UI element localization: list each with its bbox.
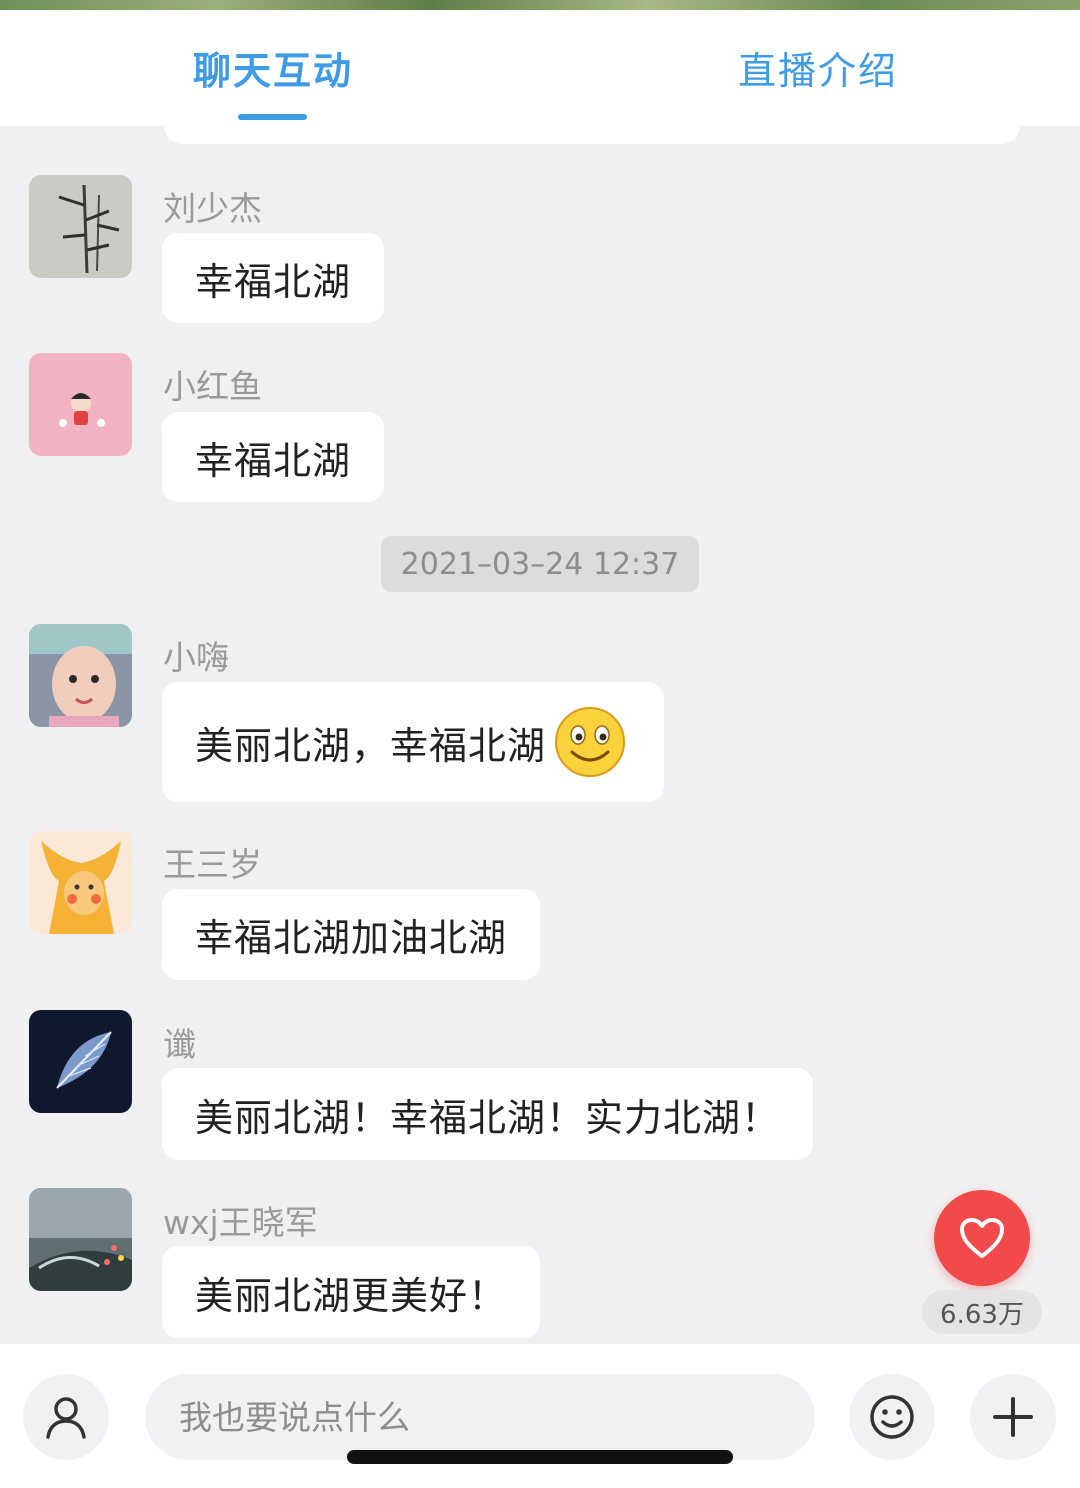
add-button[interactable] bbox=[970, 1374, 1056, 1460]
message-bubble[interactable]: 美丽北湖！幸福北湖！实力北湖！ bbox=[162, 1068, 814, 1160]
nickname: 刘少杰 bbox=[163, 189, 262, 228]
message-text: 幸福北湖加油北湖 bbox=[195, 916, 508, 960]
avatar[interactable] bbox=[29, 1188, 132, 1291]
nickname: wxj王晓军 bbox=[163, 1203, 318, 1242]
composer-bar bbox=[0, 1344, 1080, 1488]
nickname: 小嗨 bbox=[163, 638, 229, 677]
message-text: 美丽北湖，幸福北湖 bbox=[195, 723, 547, 768]
emoji-button[interactable] bbox=[849, 1374, 935, 1460]
nickname: 小红鱼 bbox=[163, 367, 262, 406]
message-bubble[interactable]: 幸福北湖加油北湖 bbox=[162, 889, 541, 980]
active-tab-indicator bbox=[238, 114, 307, 120]
message-bubble[interactable]: 美丽北湖更美好！ bbox=[162, 1246, 541, 1338]
nickname: 王三岁 bbox=[163, 845, 262, 884]
previous-message-bubble bbox=[164, 126, 1020, 144]
like-count: 6.63万 bbox=[922, 1290, 1042, 1334]
message-bubble[interactable]: 幸福北湖 bbox=[162, 233, 385, 323]
avatar[interactable] bbox=[29, 831, 132, 934]
heart-icon bbox=[959, 1217, 1005, 1259]
message-bubble[interactable]: 幸福北湖 bbox=[162, 412, 385, 502]
message-bubble[interactable]: 美丽北湖，幸福北湖 bbox=[162, 682, 665, 802]
tab-live-intro[interactable]: 直播介绍 bbox=[738, 40, 898, 95]
chat-list[interactable]: 刘少杰 幸福北湖 小红鱼 幸福北湖 2021–03–24 12:37 小嗨 美丽… bbox=[0, 126, 1080, 1344]
profile-button[interactable] bbox=[23, 1374, 109, 1460]
comment-input[interactable] bbox=[145, 1374, 815, 1460]
tab-chat-interaction[interactable]: 聊天互动 bbox=[193, 40, 353, 95]
message-text: 幸福北湖 bbox=[195, 438, 352, 483]
avatar[interactable] bbox=[29, 1010, 132, 1113]
message-text: 幸福北湖 bbox=[195, 259, 352, 304]
plus-icon bbox=[992, 1396, 1034, 1438]
home-indicator bbox=[347, 1450, 733, 1464]
like-button[interactable] bbox=[934, 1190, 1030, 1286]
avatar[interactable] bbox=[29, 624, 132, 727]
tab-bar: 聊天互动 直播介绍 bbox=[0, 10, 1080, 126]
person-icon bbox=[44, 1395, 88, 1439]
smiley-icon bbox=[868, 1393, 916, 1441]
message-text: 美丽北湖更美好！ bbox=[195, 1273, 508, 1318]
video-preview-strip bbox=[0, 0, 1080, 10]
smiley-emoji-icon bbox=[554, 706, 626, 778]
avatar[interactable] bbox=[29, 353, 132, 456]
avatar[interactable] bbox=[29, 175, 132, 278]
message-text: 美丽北湖！幸福北湖！实力北湖！ bbox=[195, 1095, 781, 1140]
timestamp-label: 2021–03–24 12:37 bbox=[381, 536, 699, 592]
nickname: 谶 bbox=[163, 1025, 196, 1064]
